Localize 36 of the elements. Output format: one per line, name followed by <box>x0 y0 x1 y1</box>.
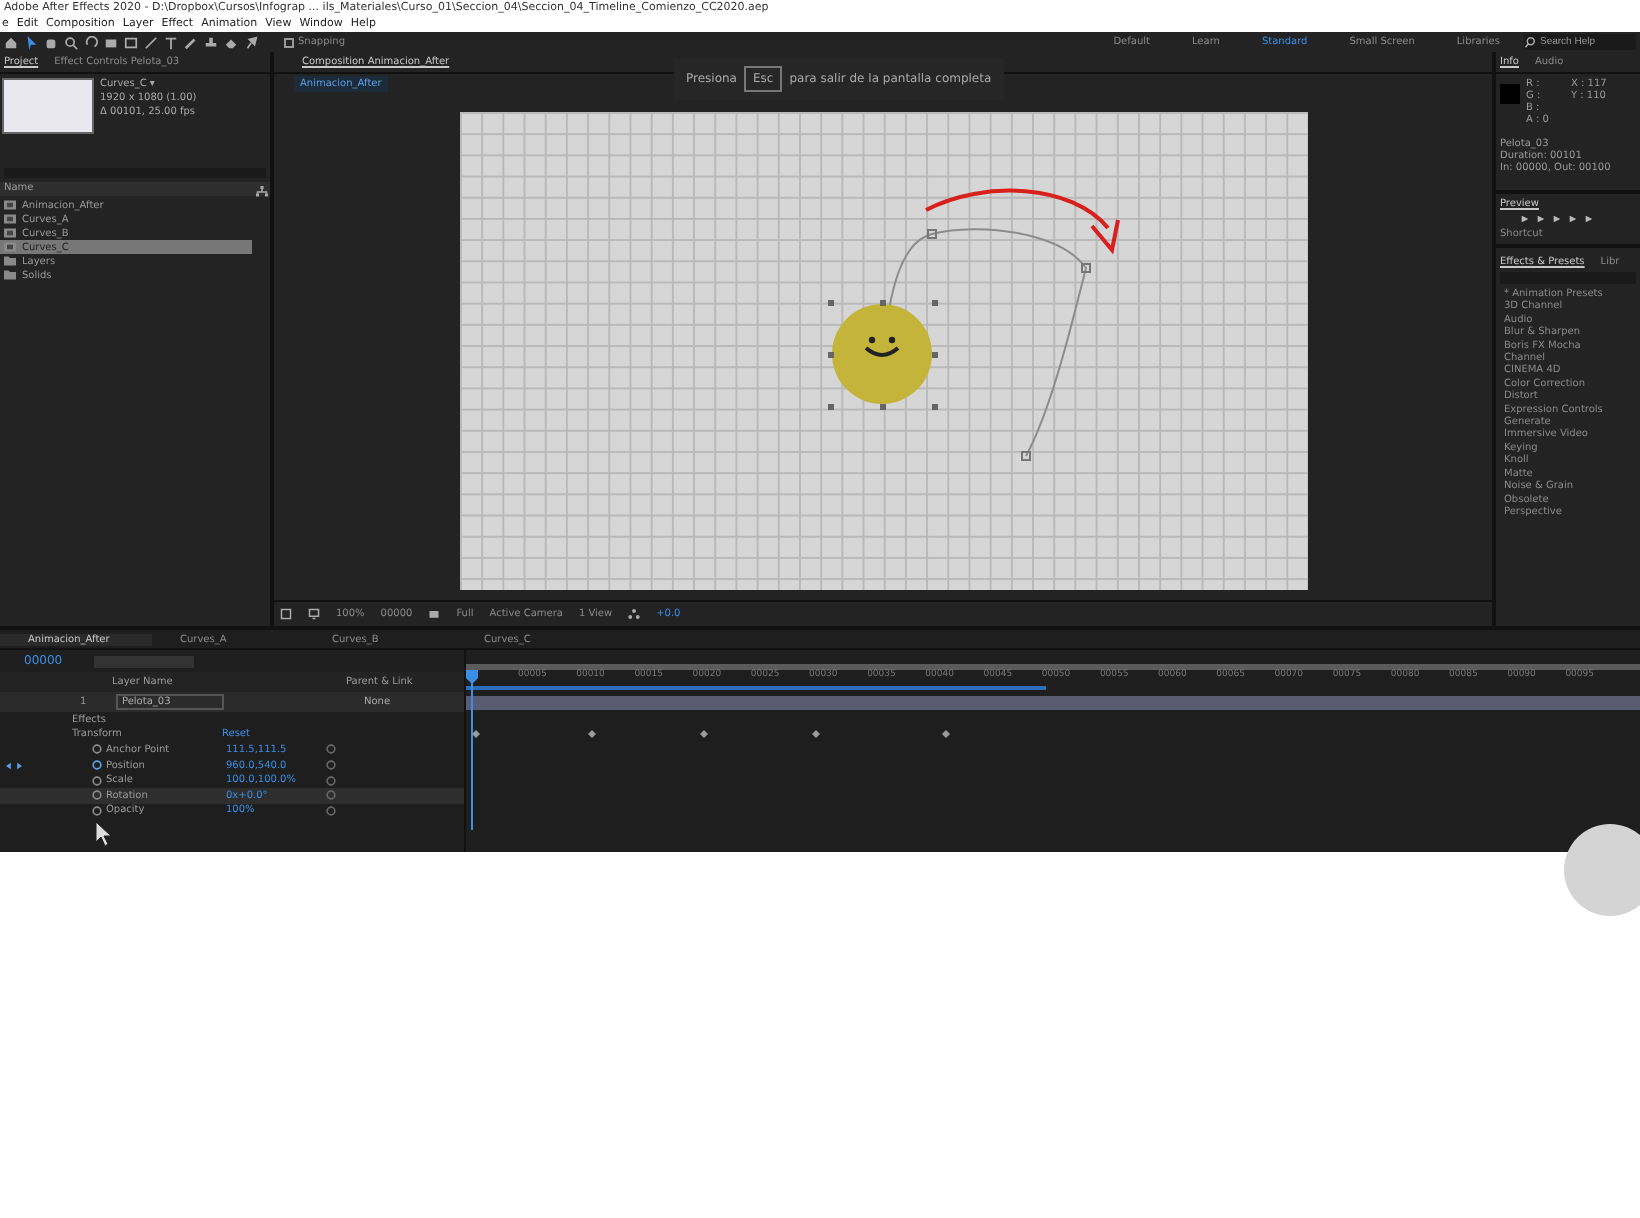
keyframe-icon[interactable] <box>812 729 820 738</box>
keyframe-navigator-icon[interactable] <box>6 761 22 770</box>
pen-icon[interactable] <box>144 35 158 49</box>
color-swatch <box>1500 84 1520 104</box>
composition-thumbnail <box>2 78 94 134</box>
path-vertex[interactable] <box>926 229 936 239</box>
rectangle-icon[interactable] <box>124 35 138 49</box>
keyframe-icon[interactable] <box>942 729 950 738</box>
stamp-icon[interactable] <box>204 35 218 49</box>
stopwatch-icon[interactable] <box>92 805 102 816</box>
brush-icon[interactable] <box>184 35 198 49</box>
search-icon <box>1524 36 1536 48</box>
composition-icon <box>4 214 16 224</box>
stopwatch-icon[interactable] <box>92 790 102 801</box>
zoom-icon[interactable] <box>64 35 78 49</box>
network-icon[interactable] <box>628 608 641 620</box>
mouse-pointer-icon <box>96 822 112 846</box>
monitor-icon[interactable] <box>308 608 320 620</box>
rotate-icon[interactable] <box>84 35 98 49</box>
stopwatch-icon[interactable] <box>92 744 102 755</box>
path-vertex[interactable] <box>1020 451 1030 461</box>
text-icon[interactable] <box>164 35 178 49</box>
keyframe-icon[interactable] <box>700 729 708 738</box>
floating-circle[interactable] <box>1564 824 1640 916</box>
composition-icon <box>4 228 16 238</box>
grid-icon[interactable] <box>280 608 292 620</box>
keyframe-icon[interactable] <box>588 729 596 738</box>
keyframe-icon[interactable] <box>472 729 480 738</box>
composition-icon <box>4 200 16 210</box>
stopwatch-icon[interactable] <box>92 775 102 786</box>
playhead[interactable] <box>466 670 478 830</box>
arrow-cursor-icon[interactable] <box>24 35 38 49</box>
path-vertex[interactable] <box>1080 263 1090 273</box>
flowchart-icon[interactable] <box>256 186 268 198</box>
composition-icon <box>4 242 16 252</box>
stopwatch-icon[interactable] <box>92 760 102 771</box>
